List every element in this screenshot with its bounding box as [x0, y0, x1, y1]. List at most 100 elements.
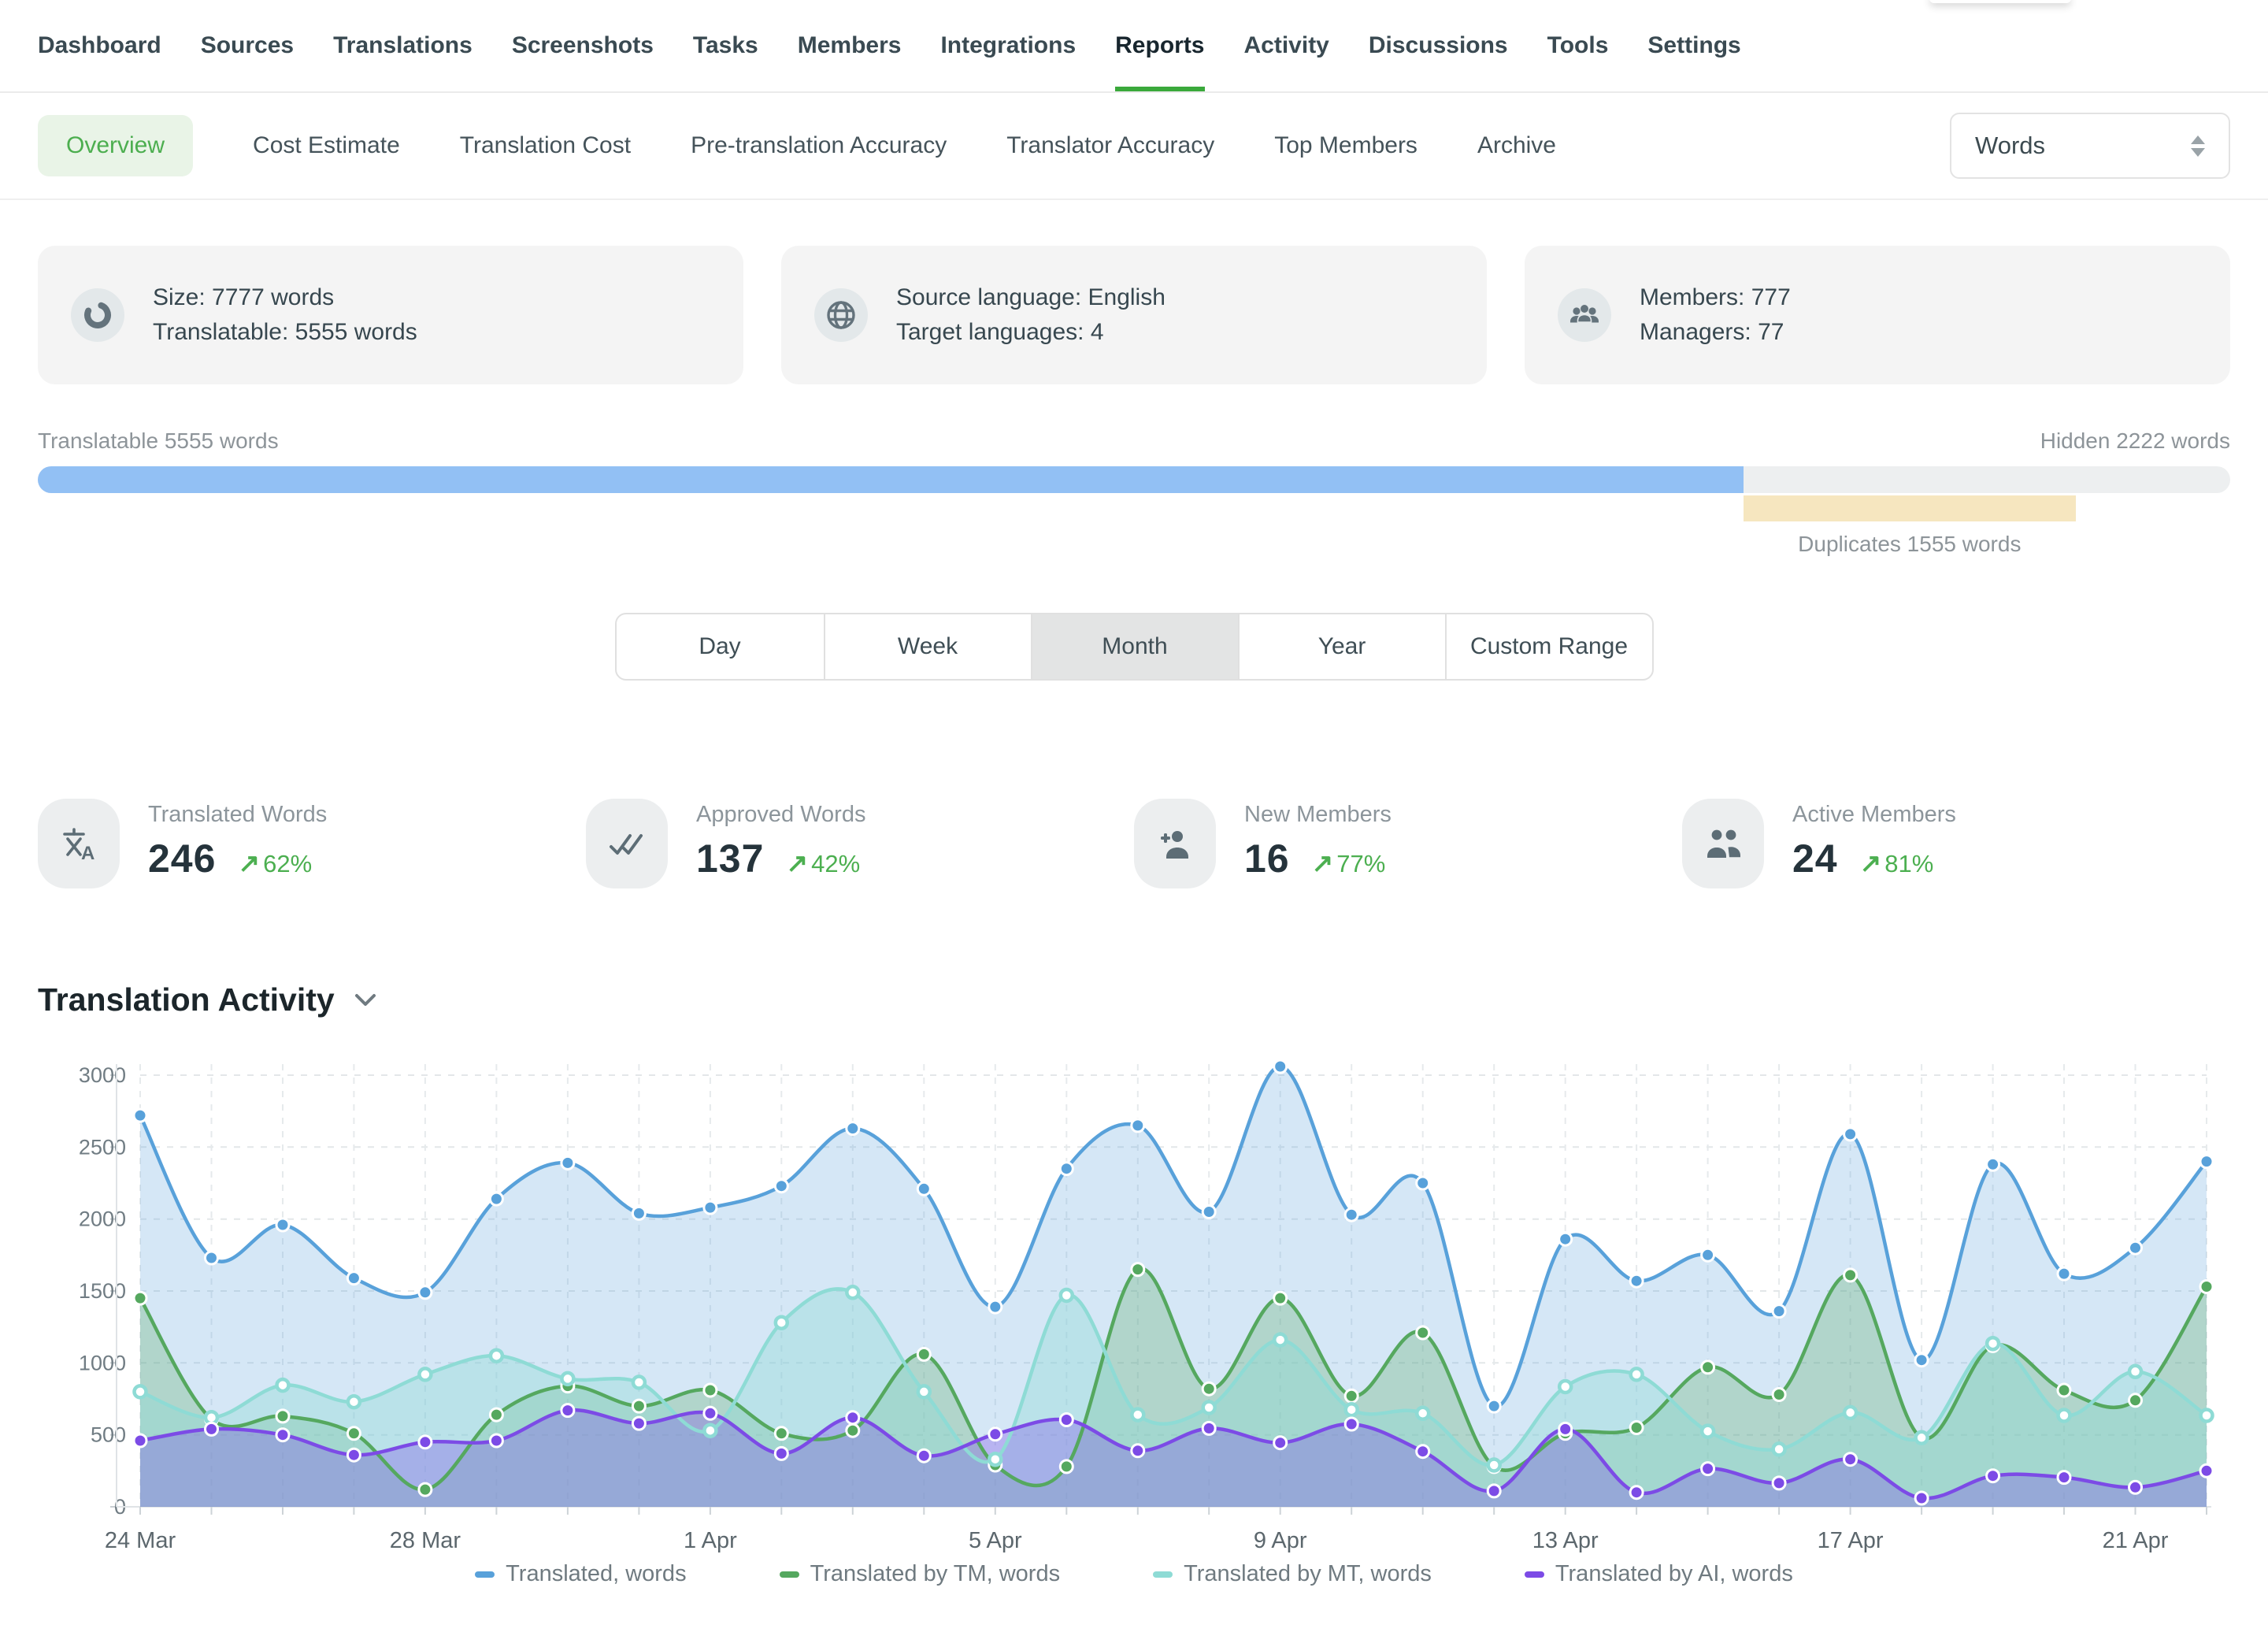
data-point[interactable] [419, 1483, 432, 1496]
data-point[interactable] [1060, 1163, 1073, 1175]
data-point[interactable] [561, 1156, 574, 1169]
data-point[interactable] [1702, 1463, 1714, 1475]
data-point[interactable] [1203, 1382, 1215, 1395]
data-point[interactable] [1559, 1423, 1572, 1435]
period-tab-custom-range[interactable]: Custom Range [1445, 614, 1652, 679]
data-point[interactable] [134, 1434, 146, 1447]
data-point[interactable] [561, 1373, 573, 1385]
data-point[interactable] [419, 1286, 432, 1299]
subnav-item-translation-cost[interactable]: Translation Cost [460, 132, 631, 159]
nav-item-tasks[interactable]: Tasks [693, 0, 758, 91]
data-point[interactable] [847, 1411, 859, 1424]
data-point[interactable] [134, 1292, 146, 1304]
data-point[interactable] [1844, 1269, 1857, 1282]
data-point[interactable] [419, 1436, 432, 1449]
data-point[interactable] [2058, 1384, 2070, 1397]
data-point[interactable] [1274, 1437, 1287, 1449]
data-point[interactable] [561, 1404, 574, 1417]
data-point[interactable] [348, 1396, 360, 1408]
data-point[interactable] [1417, 1326, 1429, 1339]
data-point[interactable] [1702, 1426, 1714, 1437]
data-point[interactable] [847, 1122, 859, 1135]
data-point[interactable] [847, 1286, 858, 1298]
data-point[interactable] [1345, 1389, 1358, 1402]
data-point[interactable] [1345, 1208, 1358, 1221]
data-point[interactable] [1346, 1404, 1358, 1415]
data-point[interactable] [1060, 1460, 1073, 1473]
nav-item-integrations[interactable]: Integrations [940, 0, 1076, 91]
data-point[interactable] [1630, 1486, 1643, 1499]
data-point[interactable] [633, 1377, 645, 1389]
data-point[interactable] [775, 1447, 788, 1460]
data-point[interactable] [1345, 1418, 1358, 1430]
data-point[interactable] [1417, 1408, 1429, 1419]
subnav-item-cost-estimate[interactable]: Cost Estimate [253, 132, 400, 159]
data-point[interactable] [1203, 1422, 1215, 1434]
data-point[interactable] [2058, 1471, 2070, 1484]
data-point[interactable] [1773, 1443, 1785, 1455]
data-point[interactable] [2200, 1281, 2213, 1293]
data-point[interactable] [1559, 1233, 1572, 1245]
data-point[interactable] [490, 1193, 502, 1205]
data-point[interactable] [989, 1428, 1002, 1441]
data-point[interactable] [347, 1449, 360, 1461]
data-point[interactable] [2200, 1464, 2213, 1477]
nav-item-activity[interactable]: Activity [1244, 0, 1329, 91]
data-point[interactable] [1274, 1334, 1286, 1346]
data-point[interactable] [1417, 1177, 1429, 1189]
subnav-item-translator-accuracy[interactable]: Translator Accuracy [1006, 132, 1214, 159]
subnav-item-pre-translation-accuracy[interactable]: Pre-translation Accuracy [691, 132, 947, 159]
legend-item[interactable]: Translated by MT, words [1153, 1561, 1432, 1587]
data-point[interactable] [1844, 1453, 1857, 1466]
data-point[interactable] [704, 1201, 717, 1214]
data-point[interactable] [347, 1427, 360, 1440]
data-point[interactable] [1559, 1381, 1571, 1393]
data-point[interactable] [2129, 1366, 2141, 1378]
data-point[interactable] [1915, 1354, 1928, 1367]
data-point[interactable] [1630, 1274, 1643, 1287]
nav-item-screenshots[interactable]: Screenshots [512, 0, 654, 91]
data-point[interactable] [1132, 1445, 1144, 1457]
legend-item[interactable]: Translated by AI, words [1525, 1561, 1793, 1587]
nav-item-reports[interactable]: Reports [1115, 0, 1204, 91]
data-point[interactable] [847, 1424, 859, 1437]
data-point[interactable] [632, 1400, 645, 1412]
data-point[interactable] [1773, 1477, 1785, 1489]
data-point[interactable] [775, 1427, 788, 1440]
data-point[interactable] [776, 1317, 788, 1329]
data-point[interactable] [276, 1429, 289, 1441]
data-point[interactable] [490, 1434, 502, 1447]
period-tab-month[interactable]: Month [1031, 614, 1238, 679]
data-point[interactable] [2058, 1267, 2070, 1280]
nav-item-members[interactable]: Members [798, 0, 902, 91]
data-point[interactable] [989, 1300, 1002, 1313]
data-point[interactable] [1488, 1460, 1500, 1471]
data-point[interactable] [1203, 1402, 1215, 1414]
data-point[interactable] [1274, 1292, 1287, 1304]
data-point[interactable] [1631, 1368, 1643, 1380]
subnav-item-archive[interactable]: Archive [1477, 132, 1556, 159]
nav-item-translations[interactable]: Translations [333, 0, 472, 91]
data-point[interactable] [632, 1417, 645, 1430]
data-point[interactable] [632, 1207, 645, 1219]
data-point[interactable] [1915, 1492, 1928, 1504]
data-point[interactable] [277, 1379, 289, 1391]
nav-item-settings[interactable]: Settings [1647, 0, 1740, 91]
data-point[interactable] [1773, 1389, 1785, 1401]
data-point[interactable] [1061, 1289, 1073, 1301]
data-point[interactable] [1488, 1485, 1500, 1497]
data-point[interactable] [2201, 1410, 2213, 1422]
data-point[interactable] [1773, 1305, 1785, 1318]
data-point[interactable] [2129, 1481, 2142, 1493]
data-point[interactable] [1987, 1158, 1999, 1170]
data-point[interactable] [491, 1350, 502, 1362]
data-point[interactable] [775, 1180, 788, 1193]
data-point[interactable] [1132, 1263, 1144, 1276]
data-point[interactable] [206, 1423, 218, 1435]
data-point[interactable] [347, 1272, 360, 1285]
period-tab-year[interactable]: Year [1238, 614, 1445, 679]
data-point[interactable] [704, 1425, 716, 1437]
data-point[interactable] [989, 1453, 1001, 1465]
data-point[interactable] [1987, 1337, 1999, 1349]
nav-item-tools[interactable]: Tools [1547, 0, 1609, 91]
